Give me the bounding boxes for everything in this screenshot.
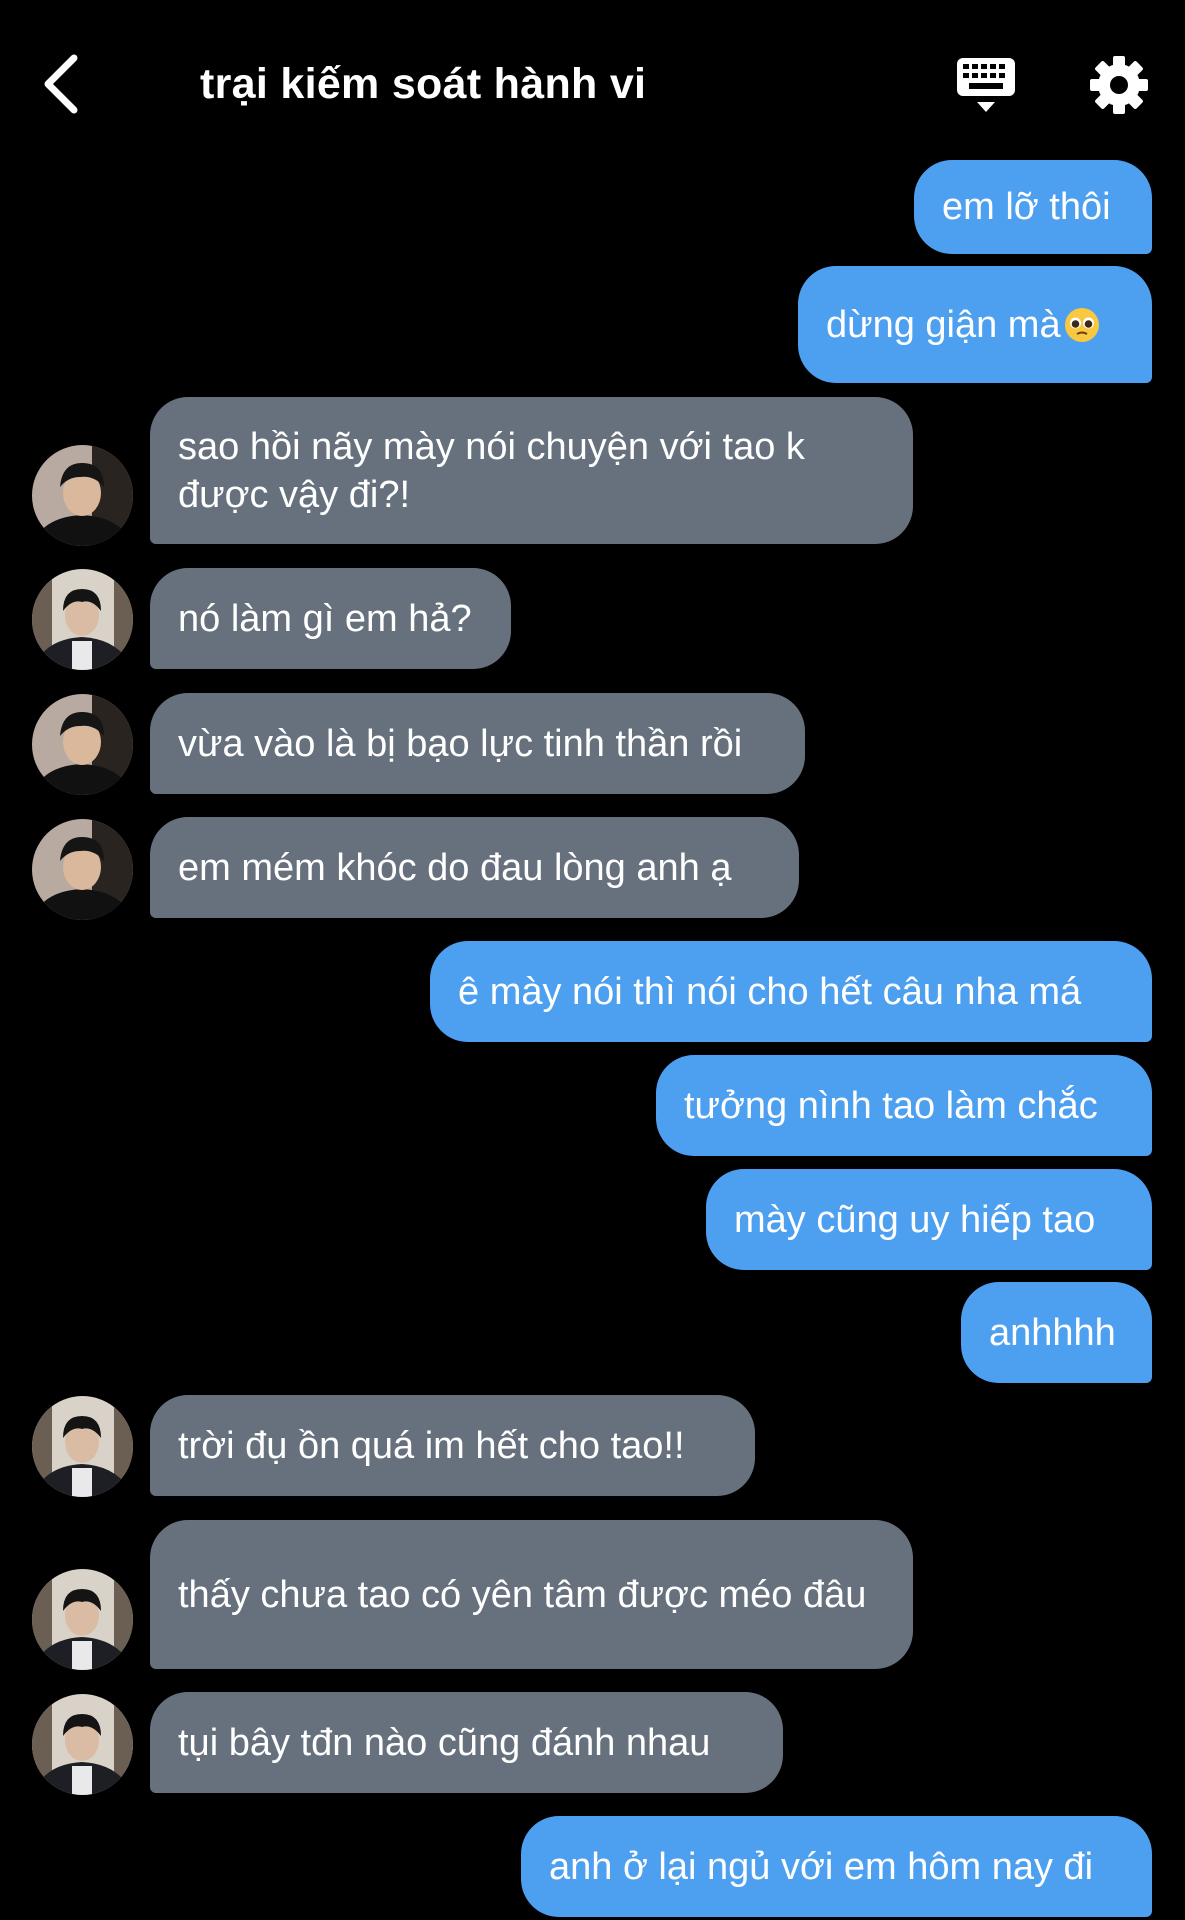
avatar-a-icon — [32, 819, 133, 920]
message-text: em lỡ thôi — [942, 186, 1111, 228]
message-bubble-incoming[interactable]: nó làm gì em hả? — [150, 568, 511, 669]
chevron-left-icon — [44, 54, 78, 114]
message-text: anh ở lại ngủ với em hôm nay đi — [549, 1845, 1094, 1888]
message-text: ê mày nói thì nói cho hết câu nha má — [458, 970, 1082, 1013]
message-bubble-outgoing[interactable]: anh ở lại ngủ với em hôm nay đi — [521, 1816, 1152, 1917]
avatar[interactable] — [32, 819, 133, 920]
gear-icon — [1090, 56, 1148, 114]
avatar[interactable] — [32, 1396, 133, 1497]
message-text: sao hồi nãy mày nói chuyện với tao k đượ… — [178, 425, 805, 516]
avatar-b-icon — [32, 1694, 133, 1795]
message-bubble-outgoing[interactable]: em lỡ thôi — [914, 160, 1152, 254]
keyboard-button[interactable] — [955, 55, 1017, 117]
chat-title: trại kiếm soát hành vi — [200, 60, 647, 108]
message-bubble-incoming[interactable]: sao hồi nãy mày nói chuyện với tao k đượ… — [150, 397, 913, 544]
avatar-a-icon — [32, 445, 133, 546]
message-bubble-incoming[interactable]: vừa vào là bị bạo lực tinh thần rồi — [150, 693, 805, 794]
avatar-b-icon — [32, 1396, 133, 1497]
message-text: nó làm gì em hả? — [178, 597, 472, 640]
message-text: em mém khóc do đau lòng anh ạ — [178, 846, 732, 889]
pleading-face-emoji-icon — [1064, 307, 1099, 342]
settings-button[interactable] — [1088, 54, 1150, 116]
message-bubble-incoming[interactable]: tụi bây tđn nào cũng đánh nhau — [150, 1692, 783, 1793]
message-bubble-outgoing[interactable]: dừng giận mà — [798, 266, 1152, 383]
keyboard-icon — [957, 58, 1015, 112]
back-button[interactable] — [38, 52, 88, 116]
message-bubble-incoming[interactable]: em mém khóc do đau lòng anh ạ — [150, 817, 799, 918]
message-text: trời đụ ồn quá im hết cho tao!! — [178, 1424, 685, 1467]
message-bubble-incoming[interactable]: trời đụ ồn quá im hết cho tao!! — [150, 1395, 755, 1496]
message-bubble-incoming[interactable]: thấy chưa tao có yên tâm được méo đâu — [150, 1520, 913, 1669]
message-bubble-outgoing[interactable]: mày cũng uy hiếp tao — [706, 1169, 1152, 1270]
message-bubble-outgoing[interactable]: tưởng nình tao làm chắc — [656, 1055, 1152, 1156]
message-bubble-outgoing[interactable]: anhhhh — [961, 1282, 1152, 1383]
message-text: tưởng nình tao làm chắc — [684, 1084, 1098, 1127]
avatar[interactable] — [32, 694, 133, 795]
avatar-a-icon — [32, 694, 133, 795]
avatar-b-icon — [32, 1569, 133, 1670]
avatar-b-icon — [32, 569, 133, 670]
avatar[interactable] — [32, 445, 133, 546]
chat-header: trại kiếm soát hành vi — [0, 0, 1185, 165]
message-bubble-outgoing[interactable]: ê mày nói thì nói cho hết câu nha má — [430, 941, 1152, 1042]
avatar[interactable] — [32, 1569, 133, 1670]
message-text: dừng giận mà — [826, 303, 1061, 346]
message-text: thấy chưa tao có yên tâm được méo đâu — [178, 1573, 867, 1616]
avatar[interactable] — [32, 569, 133, 670]
message-text: tụi bây tđn nào cũng đánh nhau — [178, 1721, 711, 1764]
avatar[interactable] — [32, 1694, 133, 1795]
message-text: vừa vào là bị bạo lực tinh thần rồi — [178, 722, 743, 765]
message-text: anhhhh — [989, 1311, 1116, 1354]
message-text: mày cũng uy hiếp tao — [734, 1198, 1096, 1241]
